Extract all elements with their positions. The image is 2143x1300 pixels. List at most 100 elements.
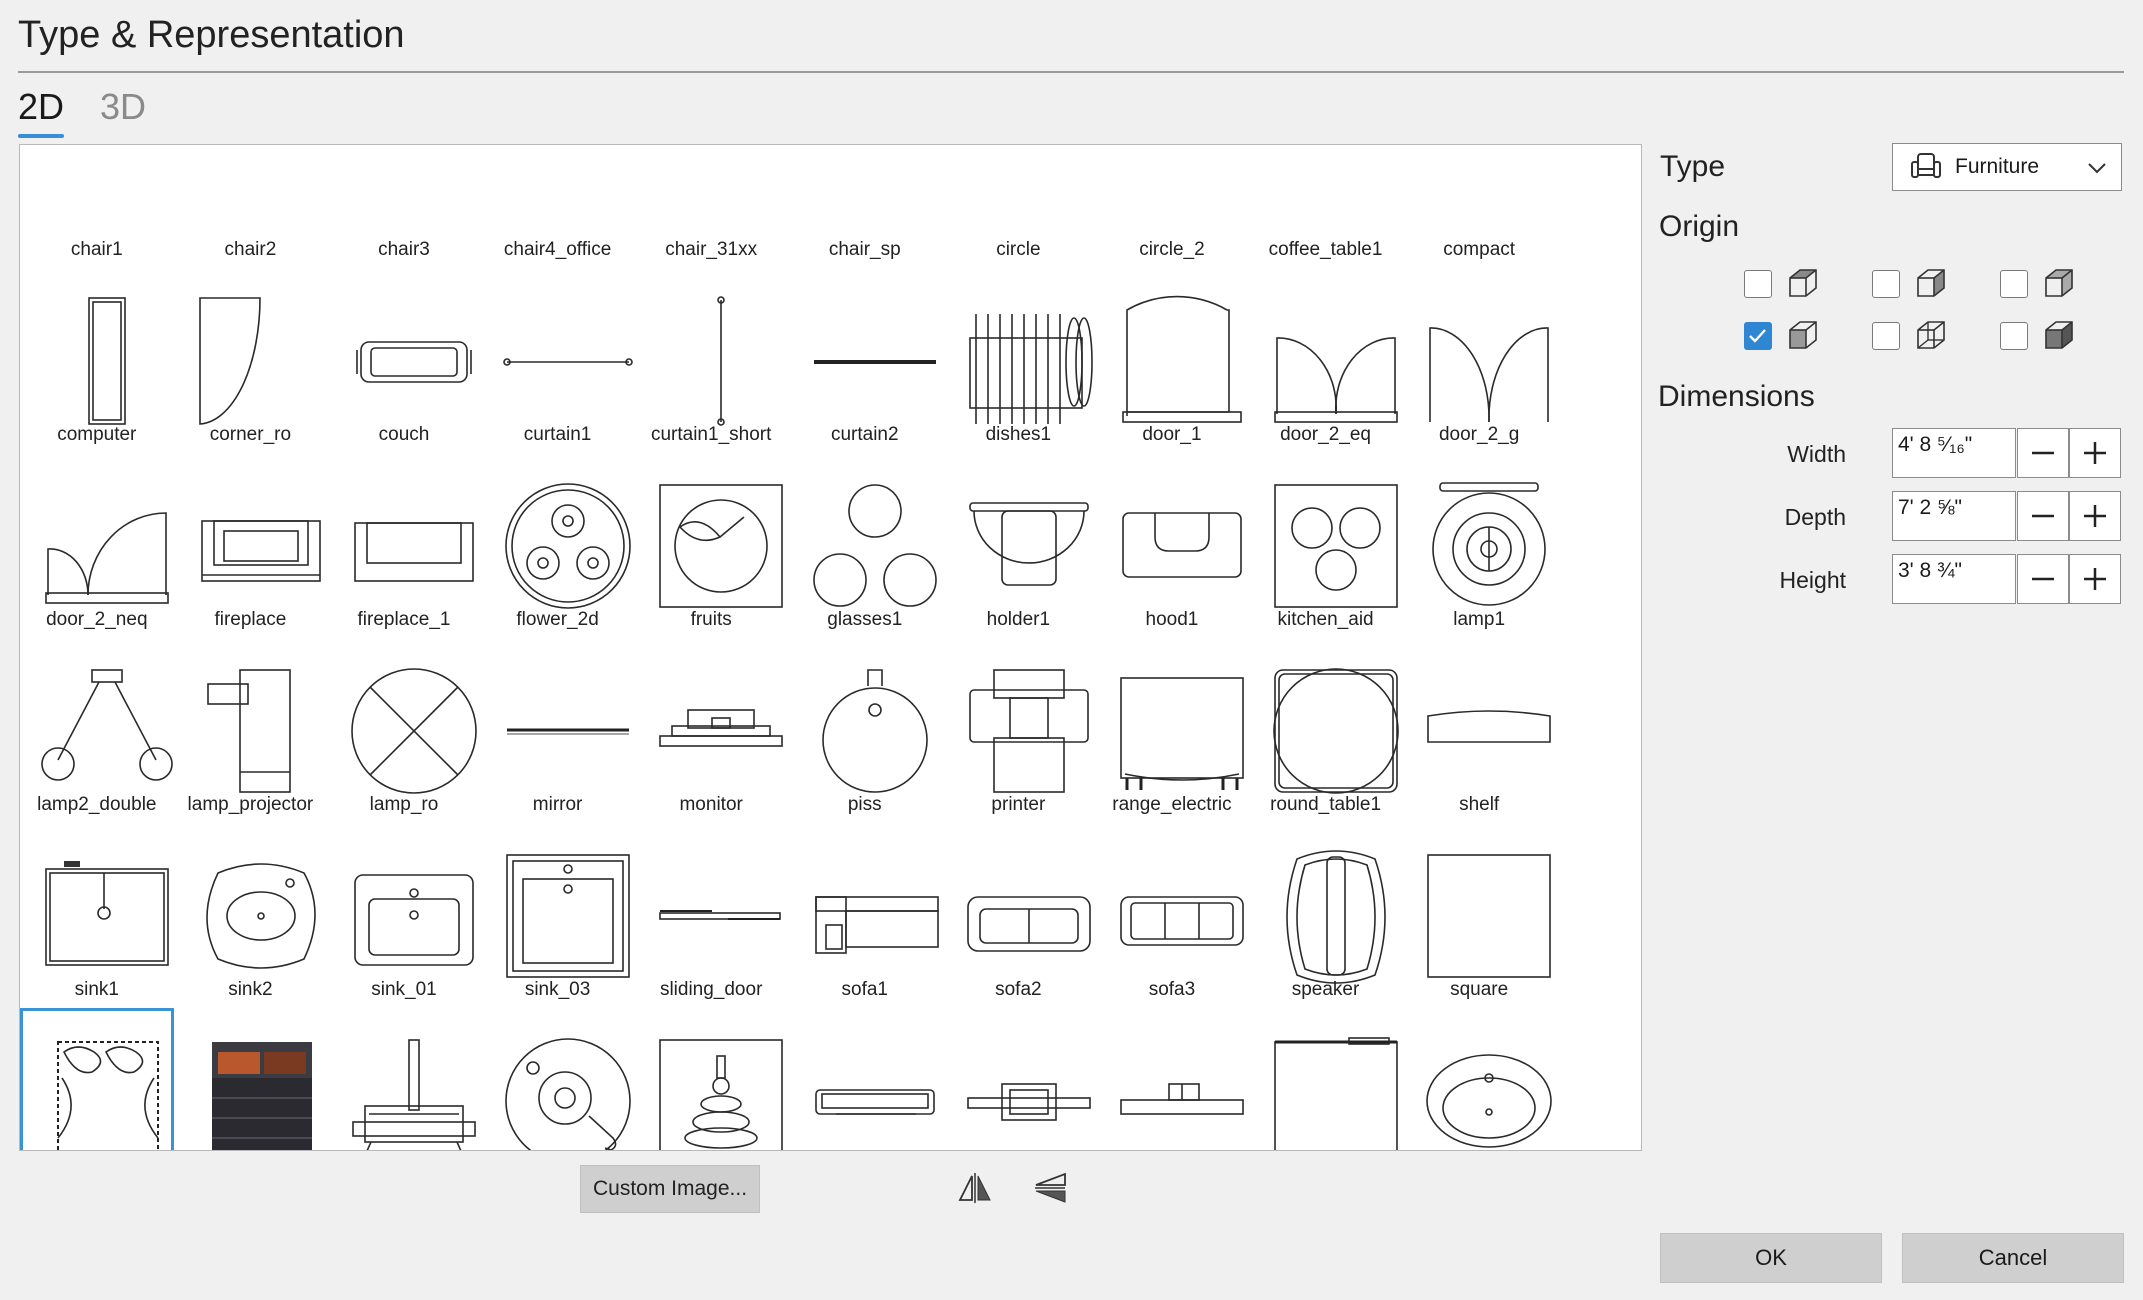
symbol-item[interactable]: lamp2_double [20, 638, 174, 823]
symbol-item[interactable]: range_electric [1095, 638, 1249, 823]
symbol-item[interactable]: circle_2 [1095, 145, 1249, 268]
symbol-item[interactable]: monitor [634, 638, 788, 823]
square-icon [1426, 853, 1552, 979]
lamp-ro-icon [351, 668, 477, 794]
symbol-label: coffee_table1 [1268, 239, 1383, 260]
origin-checkbox[interactable] [1744, 270, 1772, 298]
symbol-item[interactable]: piss [788, 638, 942, 823]
symbol-item[interactable]: chair3 [327, 145, 481, 268]
symbol-label: chair_sp [828, 239, 901, 260]
symbol-item[interactable]: round_table1 [1249, 638, 1403, 823]
symbol-item[interactable]: dishes1 [942, 268, 1096, 453]
symbol-item[interactable]: flower_2d [481, 453, 635, 638]
symbol-item[interactable]: sink1 [20, 823, 174, 1008]
symbol-item[interactable]: curtain1_short [634, 268, 788, 453]
symbol-item[interactable]: sofa2 [942, 823, 1096, 1008]
symbol-item[interactable]: coffee_table1 [1249, 145, 1403, 268]
symbol-item[interactable]: sink_01 [327, 823, 481, 1008]
height-increment-button[interactable] [2069, 554, 2121, 604]
symbol-item[interactable]: chair_31xx [634, 145, 788, 268]
origin-checkbox[interactable] [1744, 322, 1772, 350]
symbol-item[interactable]: computer [20, 268, 174, 453]
origin-checkbox[interactable] [1872, 322, 1900, 350]
symbol-item[interactable]: washer [1249, 1008, 1403, 1150]
symbol-item[interactable]: door_2_eq [1249, 268, 1403, 453]
height-input[interactable]: 3' 8 ¾" [1892, 554, 2016, 604]
chair2-icon [198, 145, 324, 239]
symbol-item[interactable]: door_1 [1095, 268, 1249, 453]
symbol-item[interactable]: square [1402, 823, 1556, 1008]
symbol-item[interactable]: fireplace [174, 453, 328, 638]
symbol-item[interactable]: kitchen_aid [1249, 453, 1403, 638]
origin-checkbox[interactable] [2000, 270, 2028, 298]
symbol-item[interactable]: teapot [481, 1008, 635, 1150]
holder1-icon [966, 483, 1092, 609]
height-decrement-button[interactable] [2017, 554, 2069, 604]
symbol-item[interactable]: chair_sp [788, 145, 942, 268]
symbol-item[interactable]: sliding_door [634, 823, 788, 1008]
flip-vertical-icon[interactable] [1032, 1170, 1068, 1206]
fireplace-1-icon [351, 483, 477, 609]
wash-ro-icon [1426, 1038, 1553, 1150]
custom-image-button[interactable]: Custom Image... [580, 1165, 760, 1213]
symbol-item[interactable]: curtain1 [481, 268, 635, 453]
symbol-item[interactable]: hood1 [1095, 453, 1249, 638]
symbol-item[interactable]: fruits [634, 453, 788, 638]
tab-3d[interactable]: 3D [100, 86, 146, 128]
width-decrement-button[interactable] [2017, 428, 2069, 478]
hood1-icon [1119, 483, 1245, 609]
symbol-item[interactable]: toys [634, 1008, 788, 1150]
symbol-item[interactable]: compact [1402, 145, 1556, 268]
symbol-item[interactable]: sink_03 [481, 823, 635, 1008]
chair-31xx-icon [658, 145, 784, 239]
width-input[interactable]: 4' 8 ⁵⁄₁₆" [1892, 428, 2016, 478]
symbol-item[interactable]: TV_thin [942, 1008, 1096, 1150]
symbol-item[interactable]: printer [942, 638, 1096, 823]
depth-increment-button[interactable] [2069, 491, 2121, 541]
symbol-item[interactable]: glasses1 [788, 453, 942, 638]
symbol-item[interactable]: shelf [1402, 638, 1556, 823]
symbol-item[interactable]: sink2 [174, 823, 328, 1008]
symbol-item[interactable]: circle [942, 145, 1096, 268]
symbol-item[interactable]: couch [327, 268, 481, 453]
flip-horizontal-icon[interactable] [957, 1170, 993, 1206]
symbol-item[interactable]: stand [327, 1008, 481, 1150]
symbol-item[interactable]: curtain2 [788, 268, 942, 453]
door-2-neq-icon [44, 483, 170, 609]
symbol-item[interactable]: TVset1 [788, 1008, 942, 1150]
symbol-item[interactable]: wash_ro [1402, 1008, 1556, 1150]
symbol-item[interactable]: speaker [1249, 823, 1403, 1008]
symbol-item[interactable]: chair4_office [481, 145, 635, 268]
symbol-item[interactable]: wall_clock [1095, 1008, 1249, 1150]
origin-checkbox[interactable] [2000, 322, 2028, 350]
origin-checkbox[interactable] [1872, 270, 1900, 298]
symbol-item[interactable]: sofa1 [788, 823, 942, 1008]
chair4-office-icon [505, 145, 631, 239]
symbol-item[interactable]: holder1 [942, 453, 1096, 638]
symbol-item[interactable]: door_2_neq [20, 453, 174, 638]
door-2-eq-icon [1273, 298, 1399, 424]
symbol-item[interactable]: chair1 [20, 145, 174, 268]
symbol-item[interactable]: sofa3 [1095, 823, 1249, 1008]
symbol-item[interactable]: auto image [174, 1008, 328, 1150]
type-dropdown[interactable]: Furniture [1892, 143, 2122, 191]
symbol-item[interactable]: lamp_ro [327, 638, 481, 823]
origin-cube-icon [2042, 266, 2076, 300]
symbol-item[interactable]: corner_ro [174, 268, 328, 453]
width-increment-button[interactable] [2069, 428, 2121, 478]
symbol-item[interactable]: lamp1 [1402, 453, 1556, 638]
symbol-item[interactable]: fireplace_1 [327, 453, 481, 638]
toys-icon [658, 1038, 784, 1150]
tab-2d[interactable]: 2D [18, 86, 64, 128]
symbol-gallery[interactable]: chair1 chair2 chair3 chair4_office chair_31x… [19, 144, 1642, 1151]
depth-label: Depth [1784, 504, 1846, 530]
symbol-item[interactable]: chair2 [174, 145, 328, 268]
symbol-item[interactable]: door_2_g [1402, 268, 1556, 453]
cancel-button[interactable]: Cancel [1902, 1233, 2124, 1283]
ok-button[interactable]: OK [1660, 1233, 1882, 1283]
symbol-item[interactable]: auto outline [20, 1008, 174, 1150]
symbol-item[interactable]: lamp_projector [174, 638, 328, 823]
depth-decrement-button[interactable] [2017, 491, 2069, 541]
symbol-item[interactable]: mirror [481, 638, 635, 823]
depth-input[interactable]: 7' 2 ⅝" [1892, 491, 2016, 541]
